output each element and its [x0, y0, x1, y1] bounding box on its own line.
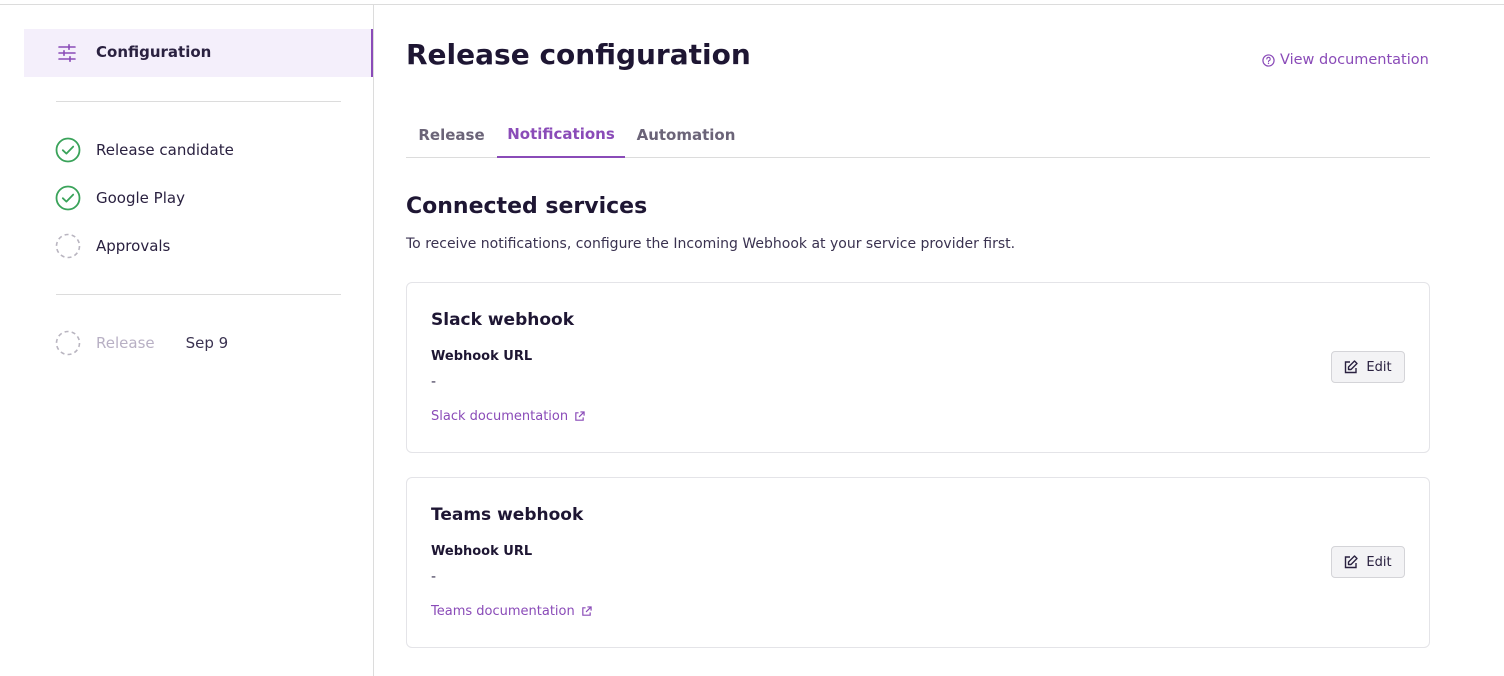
slack-webhook-card: Slack webhook Webhook URL - Slack docume… — [406, 282, 1430, 453]
teams-edit-button[interactable]: Edit — [1331, 546, 1405, 578]
teams-webhook-card: Teams webhook Webhook URL - Teams docume… — [406, 477, 1430, 648]
edit-label: Edit — [1366, 554, 1392, 570]
step-google-play[interactable]: Google Play — [55, 185, 185, 211]
teams-documentation-label: Teams documentation — [431, 604, 575, 619]
external-link-icon — [575, 411, 585, 421]
step-label: Release — [96, 334, 155, 352]
edit-label: Edit — [1366, 359, 1392, 375]
step-label: Release candidate — [96, 141, 234, 159]
dashed-circle-icon — [55, 233, 81, 259]
edit-icon — [1345, 360, 1359, 374]
slack-documentation-label: Slack documentation — [431, 409, 569, 424]
check-circle-icon — [55, 137, 81, 163]
section-title: Connected services — [406, 194, 648, 219]
step-label: Google Play — [96, 189, 185, 207]
teams-documentation-link[interactable]: Teams documentation — [431, 604, 592, 619]
dashed-circle-icon — [55, 330, 81, 356]
tab-release[interactable]: Release — [406, 112, 497, 157]
sliders-icon — [58, 44, 76, 62]
webhook-url-value: - — [431, 569, 437, 585]
webhook-url-label: Webhook URL — [431, 349, 533, 364]
tab-automation[interactable]: Automation — [625, 112, 747, 157]
step-release: Release Sep 9 — [55, 330, 228, 356]
check-circle-icon — [55, 185, 81, 211]
page-title: Release configuration — [406, 38, 751, 71]
tab-notifications[interactable]: Notifications — [497, 112, 625, 158]
external-link-icon — [581, 606, 592, 616]
sidebar-item-label: Configuration — [96, 43, 212, 61]
sidebar: Configuration Release candidate Google P… — [0, 5, 374, 676]
section-description: To receive notifications, configure the … — [406, 236, 1016, 252]
sidebar-item-configuration[interactable]: Configuration — [24, 29, 373, 77]
card-title: Slack webhook — [431, 310, 575, 330]
step-label: Approvals — [96, 237, 171, 255]
card-title: Teams webhook — [431, 505, 584, 525]
release-date: Sep 9 — [185, 334, 229, 352]
webhook-url-label: Webhook URL — [431, 544, 533, 559]
step-approvals[interactable]: Approvals — [55, 233, 170, 259]
view-documentation-label: View documentation — [1280, 52, 1429, 68]
step-release-candidate[interactable]: Release candidate — [55, 137, 234, 163]
tab-bar: Release Notifications Automation — [406, 112, 1430, 158]
view-documentation-link[interactable]: View documentation — [1262, 52, 1429, 68]
webhook-url-value: - — [431, 374, 437, 390]
sidebar-divider — [56, 294, 341, 295]
sidebar-divider — [56, 101, 341, 102]
slack-edit-button[interactable]: Edit — [1331, 351, 1405, 383]
edit-icon — [1345, 555, 1359, 569]
slack-documentation-link[interactable]: Slack documentation — [431, 409, 585, 424]
help-circle-icon — [1262, 53, 1275, 67]
